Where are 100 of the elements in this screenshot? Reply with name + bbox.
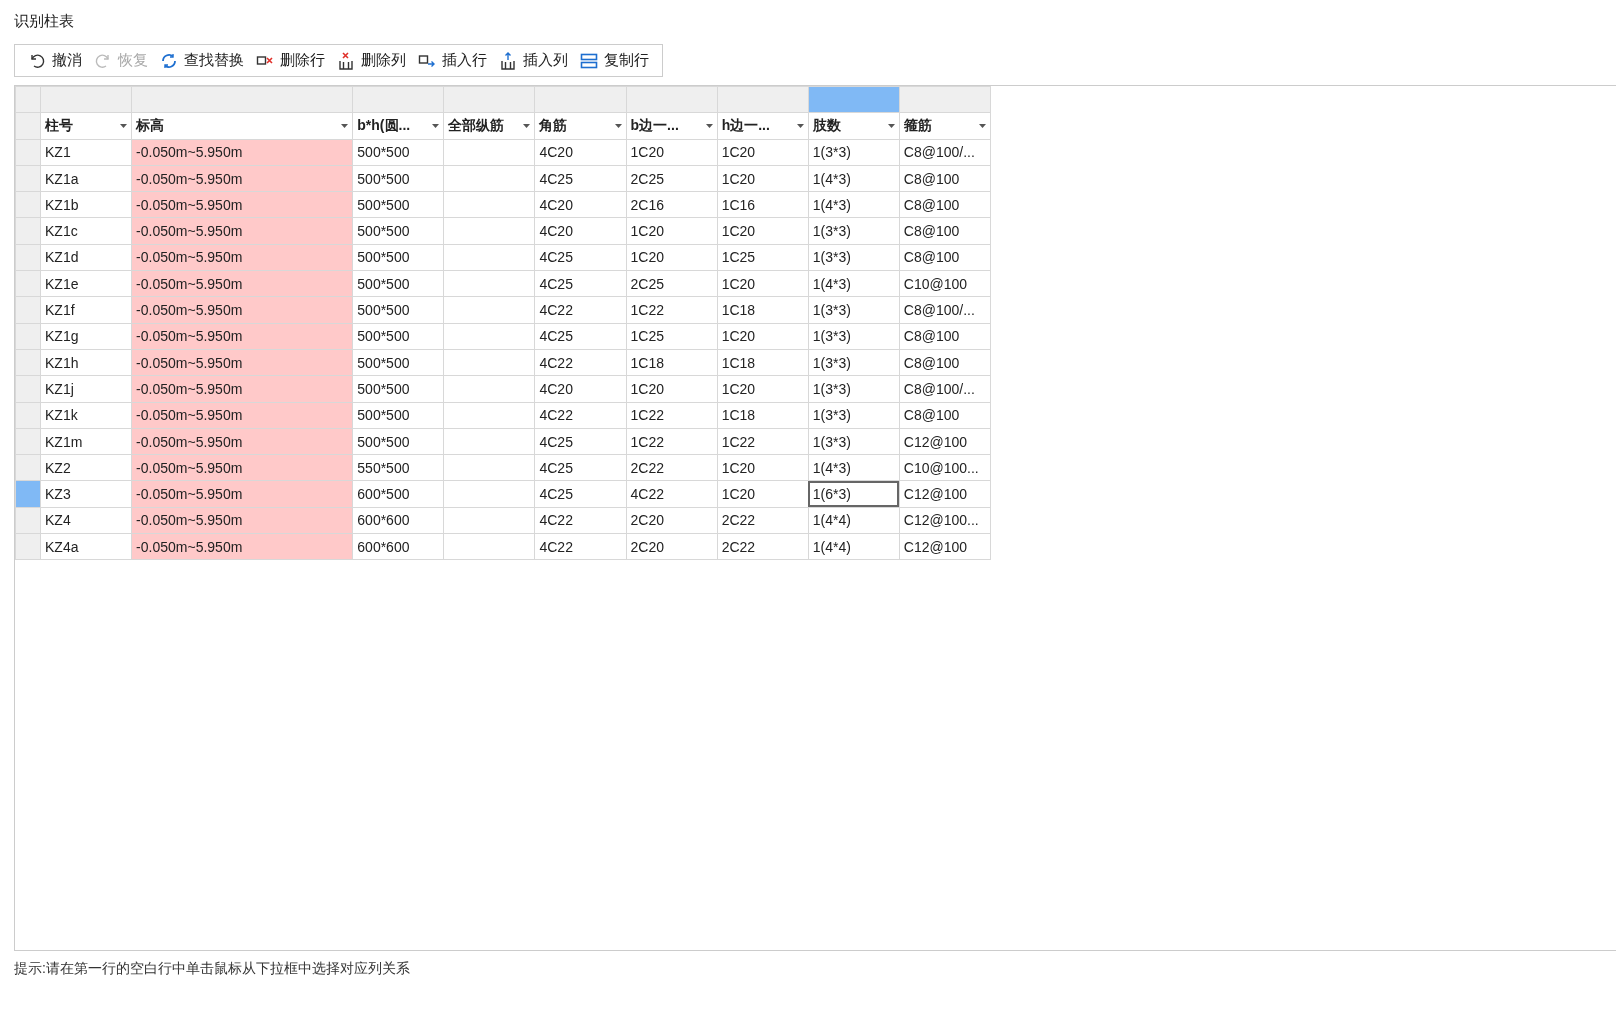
dropdown-arrow-icon	[705, 123, 713, 128]
row-header[interactable]	[15, 218, 41, 245]
toolbar-button[interactable]: 插入行	[413, 51, 492, 70]
dropdown-arrow-icon	[979, 123, 986, 128]
table-cell: C12@100	[899, 533, 991, 560]
table-cell: 1(3*3)	[808, 139, 900, 166]
table-cell: KZ4a	[40, 533, 132, 560]
row-header[interactable]	[15, 533, 41, 560]
table-cell: KZ1m	[40, 428, 132, 455]
toolbar-button[interactable]: 复制行	[575, 51, 654, 70]
table-cell: 4C22	[534, 402, 627, 429]
table-cell: 4C20	[534, 375, 627, 403]
table-cell: 2C25	[626, 270, 718, 297]
column-header[interactable]: 全部纵筋	[443, 112, 535, 140]
table-cell: C10@100...	[899, 454, 991, 481]
table-cell: -0.050m~5.950m	[131, 349, 353, 376]
column-selector[interactable]	[131, 86, 353, 113]
row-header[interactable]	[15, 428, 41, 455]
table-cell: 2C16	[626, 191, 718, 218]
column-selector[interactable]	[899, 86, 991, 113]
table-cell: 4C25	[534, 454, 627, 481]
table-cell: -0.050m~5.950m	[131, 139, 353, 166]
undo-icon	[28, 51, 46, 70]
table-cell: 500*500	[352, 218, 444, 245]
column-selector[interactable]	[40, 86, 132, 113]
column-header[interactable]: b*h(圆...	[352, 112, 444, 140]
row-header[interactable]	[15, 402, 41, 429]
table-cell: KZ1b	[40, 191, 132, 218]
row-header[interactable]	[15, 165, 41, 192]
table-cell: 600*500	[352, 480, 444, 508]
table-cell: 500*500	[352, 244, 444, 271]
dropdown-arrow-icon	[887, 123, 895, 128]
table-cell: C8@100/...	[899, 375, 991, 403]
table-cell: 1(3*3)	[808, 218, 900, 245]
toolbar-button[interactable]: 插入列	[494, 51, 573, 70]
table-cell: KZ1c	[40, 218, 132, 245]
table-cell: 600*600	[352, 507, 444, 534]
column-selector[interactable]	[352, 86, 444, 113]
column-header[interactable]: 箍筋	[899, 112, 991, 140]
row-header[interactable]	[15, 375, 41, 403]
table-cell: -0.050m~5.950m	[131, 244, 353, 271]
row-header[interactable]	[15, 454, 41, 481]
table-cell: 4C20	[534, 218, 627, 245]
row-header[interactable]	[15, 323, 41, 350]
table-cell: 4C25	[534, 480, 627, 508]
redo-icon	[94, 51, 112, 70]
column-header[interactable]: h边一...	[717, 112, 809, 140]
table-cell: 1C25	[626, 323, 718, 350]
column-header[interactable]: b边一...	[626, 112, 718, 140]
table-cell: 4C22	[534, 349, 627, 376]
table-cell: 4C25	[534, 244, 627, 271]
row-header[interactable]	[15, 139, 41, 166]
row-header[interactable]	[15, 270, 41, 297]
column-selector[interactable]	[443, 86, 535, 113]
column-header[interactable]: 标高	[131, 112, 353, 140]
table-cell: KZ1	[40, 139, 132, 166]
table-cell: 1C18	[626, 349, 718, 376]
column-header[interactable]: 柱号	[40, 112, 132, 140]
table-cell: KZ1e	[40, 270, 132, 297]
table-cell: 1C22	[717, 428, 809, 455]
table-cell: 1(4*3)	[808, 454, 900, 481]
table-cell: -0.050m~5.950m	[131, 375, 353, 403]
table-cell: KZ4	[40, 507, 132, 534]
toolbar-button[interactable]: 删除行	[251, 51, 330, 70]
hint-text: 提示:请在第一行的空白行中单击鼠标从下拉框中选择对应列关系	[14, 960, 411, 978]
table-cell: C8@100	[899, 349, 991, 376]
table-cell: 4C22	[534, 507, 627, 534]
row-header[interactable]	[15, 349, 41, 376]
column-header[interactable]: 角筋	[534, 112, 627, 140]
toolbar-button[interactable]: 撤消	[23, 51, 87, 70]
table-cell: C8@100	[899, 402, 991, 429]
toolbar-button[interactable]: 查找替换	[155, 51, 249, 70]
table-cell: KZ1d	[40, 244, 132, 271]
table-cell: C8@100	[899, 218, 991, 245]
table-cell: 1C20	[717, 454, 809, 481]
column-selector[interactable]	[534, 86, 627, 113]
column-header[interactable]: 肢数	[808, 112, 900, 140]
toolbar-button[interactable]: 删除列	[332, 51, 411, 70]
row-header[interactable]	[15, 244, 41, 271]
row-header[interactable]	[15, 507, 41, 534]
row-header[interactable]	[15, 480, 41, 508]
table-cell: 1(6*3)	[808, 480, 900, 508]
row-header[interactable]	[15, 296, 41, 324]
table-cell: 1(3*3)	[808, 428, 900, 455]
table-cell: -0.050m~5.950m	[131, 507, 353, 534]
table-cell: 1(4*3)	[808, 165, 900, 192]
table-cell: 1C18	[717, 296, 809, 324]
table-cell: 4C20	[534, 139, 627, 166]
table-cell: 500*500	[352, 191, 444, 218]
table-cell: -0.050m~5.950m	[131, 533, 353, 560]
table-cell: KZ1j	[40, 375, 132, 403]
table-cell: 1(4*3)	[808, 191, 900, 218]
column-selector[interactable]	[626, 86, 718, 113]
column-selector[interactable]	[717, 86, 809, 113]
table-cell: 4C25	[534, 165, 627, 192]
table-cell: 1C22	[626, 296, 718, 324]
table-cell: 2C22	[717, 533, 809, 560]
table-cell: 4C22	[534, 296, 627, 324]
column-selector[interactable]	[808, 86, 900, 113]
row-header[interactable]	[15, 191, 41, 218]
